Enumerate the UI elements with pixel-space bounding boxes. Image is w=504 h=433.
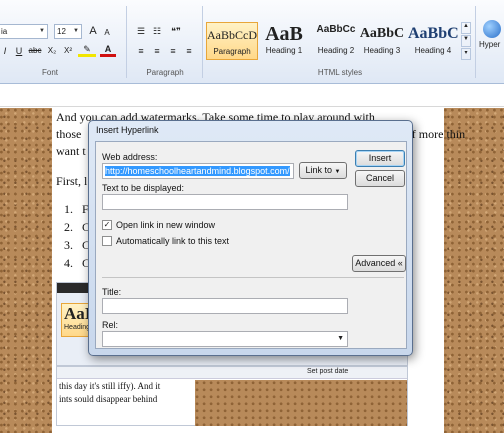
chevron-down-icon: ▼ — [39, 28, 45, 34]
blockquote-button[interactable]: ❝❞ — [168, 24, 184, 38]
highlighter-icon: ✎ — [83, 44, 91, 54]
dialog-body: Web address: http://homeschoolheartandmi… — [95, 141, 407, 349]
highlight-color-swatch — [78, 54, 96, 57]
dialog-title: Insert Hyperlink — [96, 125, 159, 135]
align-right-icon[interactable]: ≡ — [166, 44, 180, 58]
doc-line-3: want t — [56, 144, 86, 158]
bullet-list-icon[interactable]: ☰ — [134, 24, 148, 38]
font-color-swatch — [100, 54, 116, 57]
underline-button[interactable]: U — [12, 44, 26, 58]
embedded-text-line: this day it's still iffy). And it — [59, 381, 161, 391]
chevron-down-icon: ▼ — [73, 28, 79, 34]
advanced-button[interactable]: Advanced « — [352, 255, 406, 272]
strikethrough-button[interactable]: abc — [26, 44, 44, 58]
auto-link-label[interactable]: Automatically link to this text — [116, 236, 229, 246]
link-to-label: Link to — [305, 165, 333, 175]
title-label: Title: — [102, 287, 122, 297]
numbered-list-icon[interactable]: ☷ — [150, 24, 164, 38]
superscript-button[interactable]: X² — [60, 44, 76, 58]
embedded-status-bar: Set post date — [57, 367, 407, 379]
embedded-screenshot-bottom: Set post date this day it's still iffy).… — [56, 366, 408, 426]
font-color-button[interactable]: A — [100, 44, 116, 58]
list-number: 2. — [64, 220, 73, 234]
corkboard-background — [0, 108, 52, 433]
cancel-button[interactable]: Cancel — [355, 170, 405, 187]
web-address-label: Web address: — [102, 152, 158, 162]
embedded-set-post-date: Set post date — [307, 368, 349, 375]
list-number: 1. — [64, 202, 73, 216]
align-left-icon[interactable]: ≡ — [134, 44, 148, 58]
web-address-input[interactable]: http://homeschoolheartandmind.blogspot.c… — [102, 163, 294, 179]
doc-line-2-start: those — [56, 127, 82, 141]
style-sample: AaBbC — [359, 26, 405, 41]
rel-label: Rel: — [102, 320, 119, 330]
paragraph-group-label: Paragraph — [146, 68, 184, 77]
auto-link-checkbox[interactable] — [102, 236, 112, 246]
grow-font-icon[interactable]: A — [86, 24, 100, 38]
corkboard-background — [444, 108, 504, 433]
group-separator — [126, 6, 127, 78]
style-name: Heading 4 — [414, 46, 452, 55]
list-number: 3. — [64, 238, 73, 252]
doc-line-4: First, l — [56, 174, 88, 188]
divider — [102, 277, 404, 278]
align-center-icon[interactable]: ≡ — [150, 44, 164, 58]
style-heading-2[interactable]: AaBbCc Heading 2 — [310, 22, 362, 60]
subscript-button[interactable]: X₂ — [44, 44, 60, 58]
web-address-value: http://homeschoolheartandmind.blogspot.c… — [105, 166, 290, 176]
rel-select[interactable]: ▼ — [102, 331, 348, 347]
chevron-down-icon: ▼ — [334, 169, 341, 175]
embedded-text-line: ints sould disappear behind — [59, 394, 158, 404]
italic-button[interactable]: I — [0, 44, 12, 58]
hyperlink-button[interactable]: Hyper — [479, 16, 504, 62]
style-heading-4[interactable]: AaBbC Heading 4 — [408, 22, 458, 60]
document-top-bar — [0, 85, 504, 107]
list-number: 4. — [64, 256, 73, 270]
chevron-down-icon: ▼ — [337, 335, 344, 342]
style-sample: AaB — [265, 23, 303, 45]
highlight-color-button[interactable]: ✎ — [78, 44, 96, 58]
style-sample: AaBbCcD — [207, 28, 257, 42]
shrink-font-icon[interactable]: A — [100, 26, 114, 40]
title-input[interactable] — [102, 298, 348, 314]
font-name-value: ia — [1, 27, 8, 36]
font-group-label: Font — [41, 68, 58, 77]
style-heading-1[interactable]: AaB Heading 1 — [258, 22, 310, 60]
style-name: Heading 1 — [265, 46, 303, 55]
style-name: Heading 2 — [317, 46, 355, 55]
style-sample: AaBbC — [408, 25, 458, 42]
style-sample: AaBbCc — [316, 24, 356, 35]
font-size-value: 12 — [57, 27, 66, 36]
insert-hyperlink-dialog: Insert Hyperlink Web address: http://hom… — [88, 120, 413, 356]
style-heading-3[interactable]: AaBbC Heading 3 — [356, 22, 408, 60]
open-new-window-checkbox[interactable]: ✓ — [102, 220, 112, 230]
insert-button[interactable]: Insert — [355, 150, 405, 167]
open-new-window-label[interactable]: Open link in new window — [116, 220, 215, 230]
display-text-label: Text to be displayed: — [102, 183, 185, 193]
link-to-dropdown[interactable]: Link to ▼ — [299, 162, 347, 179]
globe-link-icon — [482, 20, 501, 38]
styles-group-label: HTML styles — [317, 68, 363, 77]
ribbon: ia ▼ 12 ▼ A A I U abc X₂ X² ✎ A Font ☰ ☷… — [0, 0, 504, 84]
group-separator — [202, 6, 203, 78]
style-paragraph[interactable]: AaBbCcD Paragraph — [206, 22, 258, 60]
font-name-combo[interactable]: ia ▼ — [0, 24, 48, 39]
font-color-icon: A — [104, 44, 112, 54]
styles-more-icon[interactable]: ▾ — [461, 48, 471, 60]
hyperlink-label: Hyper — [479, 40, 501, 49]
embedded-corkboard — [195, 380, 407, 426]
font-size-combo[interactable]: 12 ▼ — [54, 24, 82, 39]
group-separator — [475, 6, 476, 78]
style-name: Paragraph — [213, 47, 251, 56]
styles-scroll-up-icon[interactable]: ▲ — [461, 22, 471, 34]
styles-scroll-down-icon[interactable]: ▼ — [461, 35, 471, 47]
justify-icon[interactable]: ≡ — [182, 44, 196, 58]
display-text-input[interactable] — [102, 194, 348, 210]
style-name: Heading 3 — [363, 46, 401, 55]
